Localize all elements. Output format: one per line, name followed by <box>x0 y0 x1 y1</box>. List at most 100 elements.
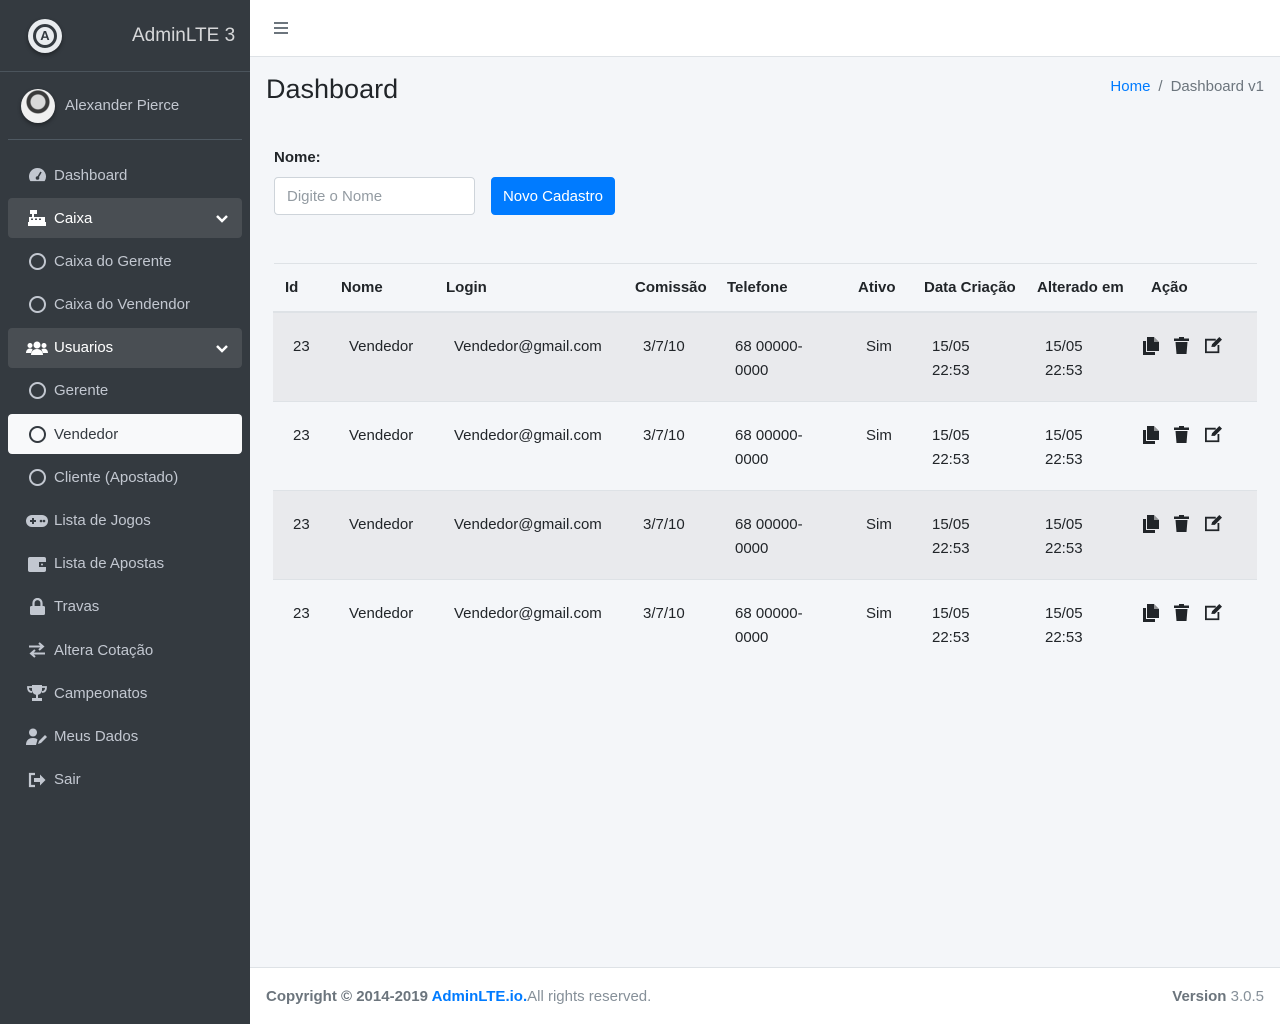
sidebar-item-label: Caixa do Vendendor <box>54 296 190 314</box>
circle-icon <box>26 382 48 400</box>
sidebar-item-label: Cliente (Apostado) <box>54 468 179 486</box>
trash-icon[interactable] <box>1174 425 1191 443</box>
sidebar-item-meus-dados[interactable]: Meus Dados <box>8 716 242 756</box>
column-header-alterado-em[interactable]: Alterado em <box>1025 264 1139 313</box>
column-header-nome[interactable]: Nome <box>329 264 434 313</box>
cell-data-criacao: 15/05 22:53 <box>932 426 970 468</box>
sidebar-item-label: Dashboard <box>54 166 128 184</box>
cell-alterado-em: 15/05 22:53 <box>1045 604 1083 646</box>
brand-link[interactable]: A AdminLTE 3 <box>0 0 250 72</box>
sidebar-item-vendedor[interactable]: Vendedor <box>8 414 242 455</box>
sidebar-item-usuarios[interactable]: Usuarios <box>8 327 242 368</box>
edit-icon[interactable] <box>1205 425 1222 443</box>
sidebar-item-cliente[interactable]: Cliente (Apostado) <box>8 457 242 497</box>
table-row: 23 Vendedor Vendedor@gmail.com 3/7/10 68 000… <box>273 490 1257 579</box>
sign-out-icon <box>26 771 48 789</box>
version: Version 3.0.5 <box>1172 987 1264 1005</box>
sidebar-item-lista-apostas[interactable]: Lista de Apostas <box>8 544 242 584</box>
cell-data-criacao: 15/05 22:53 <box>932 338 970 379</box>
trash-icon[interactable] <box>1174 603 1191 621</box>
name-label: Nome: <box>274 149 321 166</box>
sidebar-item-altera-cotacao[interactable]: Altera Cotação <box>8 630 242 670</box>
user-edit-icon <box>26 727 48 745</box>
user-panel[interactable]: Alexander Pierce <box>8 72 242 140</box>
sidebar-item-travas[interactable]: Travas <box>8 587 242 627</box>
edit-icon[interactable] <box>1205 337 1222 354</box>
copyright: Copyright © 2014-2019 AdminLTE.io.All ri… <box>266 987 652 1005</box>
column-header-telefone[interactable]: Telefone <box>715 264 846 313</box>
breadcrumb-current: Dashboard v1 <box>1170 78 1264 95</box>
sidebar-nav: Dashboard Caixa Caixa do Gerente Caixa d… <box>8 140 242 800</box>
column-header-login[interactable]: Login <box>434 264 623 313</box>
copy-icon[interactable] <box>1143 603 1160 622</box>
adminlte-link[interactable]: AdminLTE.io. <box>432 988 528 1005</box>
cell-data-criacao: 15/05 22:53 <box>932 604 970 646</box>
edit-icon[interactable] <box>1205 514 1222 532</box>
cell-acao <box>1139 401 1257 490</box>
table-header-row: Id Nome Login Comissão Telefone Ativo Da… <box>273 264 1257 313</box>
sidebar-item-campeonatos[interactable]: Campeonatos <box>8 673 242 713</box>
hamburger-menu-icon[interactable] <box>274 22 288 34</box>
sidebar-item-caixa[interactable]: Caixa <box>8 198 242 239</box>
sidebar-item-dashboard[interactable]: Dashboard <box>8 155 242 195</box>
column-header-comissao[interactable]: Comissão <box>623 264 715 313</box>
sidebar-item-label: Meus Dados <box>54 727 139 745</box>
table-row: 23 Vendedor Vendedor@gmail.com 3/7/10 68 000… <box>273 401 1257 490</box>
chevron-down-icon <box>216 210 228 227</box>
lock-icon <box>26 598 48 616</box>
copy-icon[interactable] <box>1143 514 1160 533</box>
cell-acao <box>1139 312 1257 401</box>
sidebar-item-caixa-vendedor[interactable]: Caixa do Vendendor <box>8 285 242 325</box>
cell-alterado-em: 15/05 22:53 <box>1045 515 1083 557</box>
cell-login: Vendedor@gmail.com <box>454 338 602 355</box>
column-header-data-criacao[interactable]: Data Criação <box>912 264 1025 313</box>
top-navbar <box>250 0 1280 57</box>
name-input[interactable] <box>274 177 475 215</box>
vendors-table: Id Nome Login Comissão Telefone Ativo Da… <box>273 264 1257 668</box>
circle-icon <box>26 296 48 314</box>
page-title: Dashboard <box>266 74 399 104</box>
cell-id: 23 <box>293 338 310 355</box>
chevron-down-icon <box>216 340 228 357</box>
brand-title: AdminLTE 3 <box>132 24 236 46</box>
cell-ativo: Sim <box>866 338 892 355</box>
sidebar-item-label: Lista de Jogos <box>54 512 151 529</box>
sidebar-item-label: Altera Cotação <box>54 641 154 659</box>
sidebar-item-label: Gerente <box>54 382 109 400</box>
cell-ativo: Sim <box>866 515 892 533</box>
column-header-ativo[interactable]: Ativo <box>846 264 912 313</box>
cell-login: Vendedor@gmail.com <box>454 515 602 533</box>
cell-login: Vendedor@gmail.com <box>454 604 602 622</box>
sidebar-item-gerente[interactable]: Gerente <box>8 371 242 411</box>
sidebar-item-label: Caixa <box>54 209 93 227</box>
trash-icon[interactable] <box>1174 337 1191 354</box>
breadcrumb: Home / Dashboard v1 <box>1110 78 1264 95</box>
new-record-button[interactable]: Novo Cadastro <box>491 177 615 215</box>
breadcrumb-home-link[interactable]: Home <box>1110 78 1150 95</box>
sidebar-item-label: Travas <box>54 598 100 616</box>
cell-data-criacao: 15/05 22:53 <box>932 515 970 557</box>
trash-icon[interactable] <box>1174 514 1191 532</box>
sidebar-item-caixa-gerente[interactable]: Caixa do Gerente <box>8 241 242 281</box>
sidebar-item-lista-jogos[interactable]: Lista de Jogos <box>8 501 242 541</box>
cell-telefone: 68 00000- 0000 <box>735 426 803 468</box>
cell-comissao: 3/7/10 <box>643 338 685 355</box>
column-header-id[interactable]: Id <box>273 264 329 313</box>
circle-icon <box>26 252 48 270</box>
sidebar-item-label: Sair <box>54 771 81 789</box>
column-header-acao: Ação <box>1139 264 1257 313</box>
cell-telefone: 68 00000- 0000 <box>735 604 803 646</box>
cell-telefone: 68 00000- 0000 <box>735 338 803 379</box>
cell-id: 23 <box>293 604 310 622</box>
cell-alterado-em: 15/05 22:53 <box>1045 338 1083 379</box>
trophy-icon <box>26 684 48 702</box>
cell-nome: Vendedor <box>349 604 414 622</box>
breadcrumb-separator: / <box>1158 78 1163 95</box>
cell-ativo: Sim <box>866 604 892 622</box>
sidebar-item-sair[interactable]: Sair <box>8 760 242 800</box>
cell-id: 23 <box>293 515 310 533</box>
edit-icon[interactable] <box>1205 603 1222 621</box>
copy-icon[interactable] <box>1143 425 1160 444</box>
tachometer-icon <box>26 166 48 184</box>
copy-icon[interactable] <box>1143 337 1160 355</box>
